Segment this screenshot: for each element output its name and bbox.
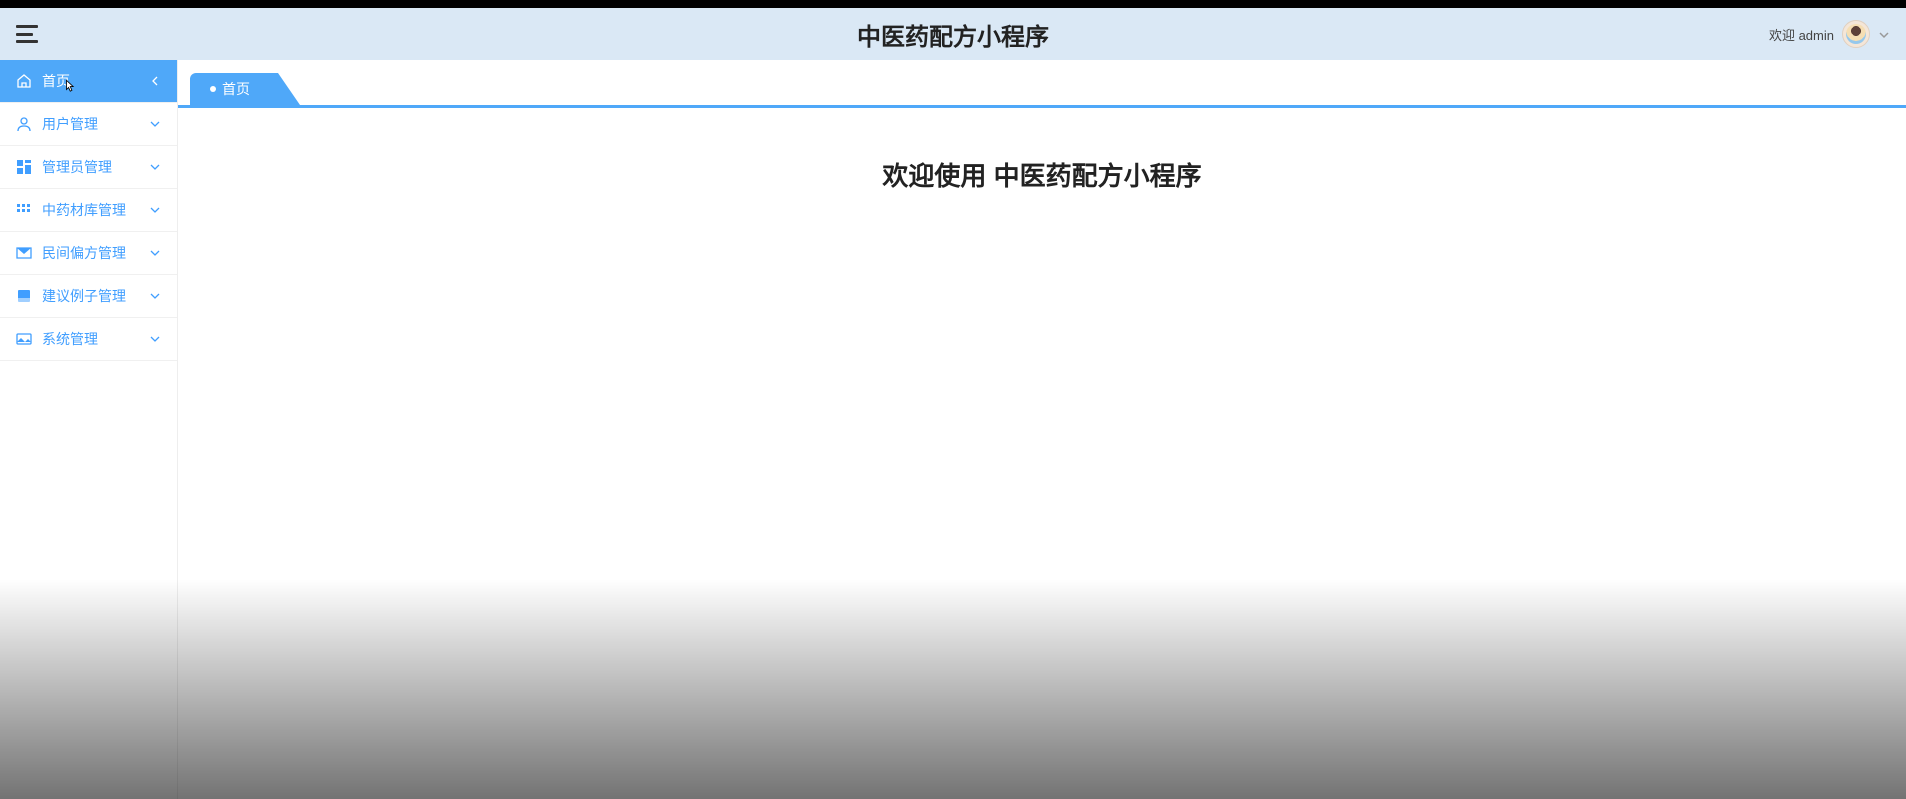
sidebar-item-users[interactable]: 用户管理: [0, 103, 177, 146]
tab-home[interactable]: 首页: [190, 73, 278, 105]
home-icon: [16, 73, 32, 89]
sidebar-item-label: 用户管理: [42, 114, 149, 134]
grid-icon: [16, 159, 32, 175]
sidebar-item-home[interactable]: 首页: [0, 60, 177, 103]
sidebar-item-label: 系统管理: [42, 329, 149, 349]
tab-active-dot-icon: [210, 86, 216, 92]
sidebar: 首页 用户管理 管理员管理: [0, 60, 178, 799]
document-icon: [16, 288, 32, 304]
sidebar-item-label: 民间偏方管理: [42, 243, 149, 263]
avatar[interactable]: [1842, 20, 1870, 48]
sidebar-item-label: 管理员管理: [42, 157, 149, 177]
tab-bar: 首页: [178, 60, 1906, 108]
chevron-down-icon: [149, 247, 161, 259]
sidebar-item-label: 中药材库管理: [42, 200, 149, 220]
window-top-bar: [0, 0, 1906, 8]
hamburger-menu-button[interactable]: [16, 25, 38, 43]
welcome-text: 欢迎 admin: [1769, 25, 1834, 44]
chevron-left-icon: [149, 75, 161, 87]
sidebar-item-suggestion[interactable]: 建议例子管理: [0, 275, 177, 318]
app-title: 中医药配方小程序: [857, 17, 1049, 52]
sidebar-item-folk[interactable]: 民间偏方管理: [0, 232, 177, 275]
chevron-down-icon: [149, 290, 161, 302]
main-content: 首页 欢迎使用 中医药配方小程序: [178, 60, 1906, 799]
sidebar-item-system[interactable]: 系统管理: [0, 318, 177, 361]
tab-label: 首页: [222, 79, 250, 99]
sidebar-item-label: 首页: [42, 71, 149, 91]
sidebar-item-admin[interactable]: 管理员管理: [0, 146, 177, 189]
mail-icon: [16, 245, 32, 261]
chevron-down-icon: [149, 204, 161, 216]
chevron-down-icon: [149, 161, 161, 173]
welcome-heading: 欢迎使用 中医药配方小程序: [178, 156, 1906, 193]
image-icon: [16, 331, 32, 347]
sidebar-item-medicine[interactable]: 中药材库管理: [0, 189, 177, 232]
chevron-down-icon: [149, 118, 161, 130]
chevron-down-icon[interactable]: [1878, 28, 1890, 40]
grid-icon: [16, 202, 32, 218]
user-icon: [16, 116, 32, 132]
chevron-down-icon: [149, 333, 161, 345]
header-user-area[interactable]: 欢迎 admin: [1769, 20, 1890, 48]
sidebar-item-label: 建议例子管理: [42, 286, 149, 306]
header: 中医药配方小程序 欢迎 admin: [0, 8, 1906, 60]
